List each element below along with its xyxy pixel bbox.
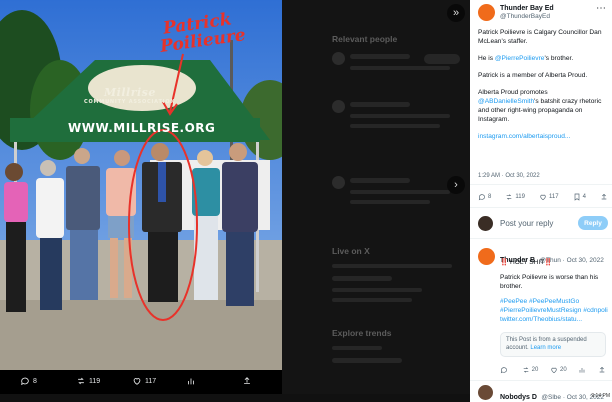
viewer-like-count: 117 <box>145 377 157 385</box>
reply-icon <box>21 377 29 386</box>
reply-reply-button[interactable] <box>500 366 510 374</box>
learn-more-link[interactable]: Learn more <box>530 345 561 351</box>
suspended-notice: This Post is from a suspended account. L… <box>500 332 606 357</box>
reply-hashtags[interactable]: #PeePee #PeePeeMustGo #PierrePoilievreMu… <box>500 297 608 315</box>
tweet-body: Patrick Poilievre is Calgary Councillor … <box>478 28 608 141</box>
bookmark-button[interactable]: 4 <box>573 193 586 201</box>
reply-body: ‼️ HOLY SHIT‼️ Patrick Poilievre is wors… <box>500 258 608 324</box>
tent-banner-url: WWW.MILLRISE.ORG <box>68 121 216 135</box>
retweet-icon <box>507 194 512 200</box>
tweet-paragraph-3: Patrick is a member of Alberta Proud. <box>478 72 588 79</box>
author-avatar[interactable] <box>478 4 495 21</box>
author-name[interactable]: Thunder Bay Ed <box>500 5 554 12</box>
viewer-retweet-count: 119 <box>89 377 101 385</box>
heart-icon <box>133 378 141 385</box>
tweet-paragraph-1: Patrick Poilievre is Calgary Councillor … <box>478 29 602 45</box>
tweet-paragraph-2: He is @PierrePoilievre's brother. <box>478 55 574 62</box>
taskbar-strip <box>0 394 470 402</box>
viewer-views-button[interactable] <box>186 376 196 386</box>
more-options-icon[interactable]: ⋯ <box>596 3 606 14</box>
heart-icon <box>551 367 557 374</box>
mention-danielle[interactable]: @ABDanielleSmith <box>478 98 534 105</box>
tweet-paragraph-4: Alberta Proud promotes @ABDanielleSmith'… <box>478 89 602 123</box>
app-window: Patrick Poilieure Millrise COMMUNITY ASS… <box>0 0 612 402</box>
bg-avatar <box>332 52 345 65</box>
instagram-link[interactable]: instagram.com/albertaisproud... <box>478 132 608 141</box>
tweet-timestamp[interactable]: 1:29 AM · Oct 30, 2022 <box>478 173 540 179</box>
viewer-reply-count: 8 <box>33 377 37 385</box>
viewer-like-button[interactable]: 117 <box>132 376 156 386</box>
reply-share-button[interactable] <box>598 366 606 374</box>
reply2-header: Nobodys D @Slbe · Oct 30, 2022 <box>500 386 604 402</box>
bookmark-icon <box>574 193 579 201</box>
bar-chart-icon <box>188 378 194 385</box>
tent-logo-subtitle: COMMUNITY ASSOCIATION <box>84 99 176 105</box>
expand-panel-icon[interactable]: » <box>447 4 465 22</box>
share-icon <box>601 193 607 200</box>
viewer-reply-button[interactable]: 8 <box>20 376 37 386</box>
reply-icon <box>478 194 485 201</box>
heart-icon <box>540 194 546 201</box>
reply-author-avatar[interactable] <box>478 248 495 265</box>
media-viewer: Patrick Poilieure Millrise COMMUNITY ASS… <box>0 0 470 402</box>
live-on-x-heading: Live on X <box>332 246 370 256</box>
viewer-action-bar: 8 119 117 <box>0 370 282 394</box>
next-image-icon[interactable]: › <box>447 176 465 194</box>
author-handle[interactable]: @ThunderBayEd <box>500 13 550 20</box>
bg-avatar <box>332 100 345 113</box>
reply-submit-button[interactable]: Reply <box>578 216 608 230</box>
system-clock: 9:14 PM <box>591 393 610 399</box>
tweet-photo[interactable]: Patrick Poilieure Millrise COMMUNITY ASS… <box>0 0 282 370</box>
reply-input[interactable]: Post your reply <box>500 219 553 228</box>
tweet-detail-panel: Thunder Bay Ed @ThunderBayEd ⋯ Patrick P… <box>470 0 612 402</box>
share-icon <box>244 377 250 384</box>
reply-button[interactable]: 8 <box>478 193 491 201</box>
viewer-share-button[interactable] <box>242 376 252 386</box>
reply2-author-name[interactable]: Nobodys D <box>500 394 537 401</box>
share-button[interactable] <box>600 193 608 201</box>
mention-pierre[interactable]: @PierrePoilievre <box>495 55 545 62</box>
reply-stats-bar: 20 20 <box>500 366 606 374</box>
reply-link[interactable]: twitter.com/Theobius/statu... <box>500 315 608 324</box>
photo-illustration <box>0 0 282 370</box>
retweet-icon <box>78 377 84 385</box>
relevant-people-heading: Relevant people <box>332 34 398 44</box>
explore-heading: Explore trends <box>332 328 392 338</box>
reply-icon <box>500 367 507 374</box>
tent-logo-name: Millrise <box>104 86 156 99</box>
viewer-retweet-button[interactable]: 119 <box>76 376 100 386</box>
retweet-button[interactable]: 119 <box>505 193 525 201</box>
reply-line-2: Patrick Poilievre is worse than his brot… <box>500 274 599 290</box>
share-icon <box>599 366 605 373</box>
reply2-author-avatar[interactable] <box>478 385 493 400</box>
reply-line-1: ‼️ HOLY SHIT‼️ <box>500 259 553 266</box>
like-button[interactable]: 117 <box>539 193 559 201</box>
current-user-avatar <box>478 216 493 231</box>
tweet-stats-bar: 8 119 117 4 <box>478 193 608 201</box>
reply-retweet-button[interactable]: 20 <box>522 366 538 374</box>
bar-chart-icon <box>580 368 585 373</box>
background-timeline: Relevant people Live on X Explore trends… <box>282 0 470 402</box>
retweet-icon <box>523 367 528 373</box>
reply-like-button[interactable]: 20 <box>550 366 567 374</box>
reply-views-button[interactable] <box>578 366 586 374</box>
bg-avatar <box>332 176 345 189</box>
